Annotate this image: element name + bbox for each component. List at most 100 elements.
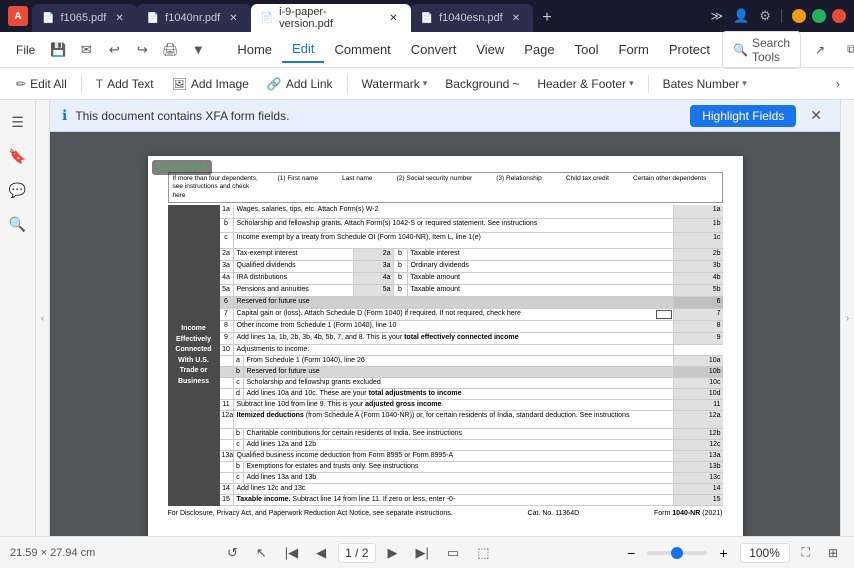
table-row: 6 Reserved for future use 6 <box>220 297 723 309</box>
watermark-button[interactable]: Watermark ▾ <box>354 74 436 94</box>
pdf-document: Connected If more than four dependents, … <box>148 156 743 536</box>
table-row: 9 Add lines 1a, 1b, 2b, 3b, 4b, 5b, 7, a… <box>220 333 723 345</box>
collapse-left-handle[interactable]: ‹ <box>36 100 50 536</box>
toolbar: ✏ Edit All T Add Text 🖼 Add Image 🔗 Add … <box>0 68 854 100</box>
title-bar-left: A <box>8 6 28 26</box>
redo-icon[interactable]: ↪ <box>129 37 155 63</box>
tab-f1040esn[interactable]: 📄 f1040esn.pdf ✕ <box>411 4 533 32</box>
fit-window-button[interactable]: ⛶ <box>796 542 816 563</box>
toolbar-sep3 <box>648 75 649 93</box>
header-footer-label: Header & Footer <box>537 77 626 91</box>
checkbox-7[interactable] <box>656 310 672 319</box>
minimize-button[interactable] <box>792 9 806 23</box>
dependents-cols: (1) First name Last name (2) Social secu… <box>267 175 718 182</box>
zoom-slider[interactable] <box>647 551 707 555</box>
menu-view[interactable]: View <box>466 37 514 62</box>
bates-number-button[interactable]: Bates Number ▾ <box>655 74 755 94</box>
new-tab-button[interactable]: + <box>533 4 561 32</box>
menu-comment[interactable]: Comment <box>324 37 400 62</box>
with-us-label: With U.S. <box>178 356 209 367</box>
single-page-view-button[interactable]: ▭ <box>441 542 465 564</box>
toolbar-sep2 <box>347 75 348 93</box>
fit-page-button[interactable]: ⊞ <box>822 543 844 563</box>
more-tabs-button[interactable]: ≫ <box>707 5 728 27</box>
tab-pdf-icon: 📄 <box>147 13 159 24</box>
table-row: 11 Subtract line 10d from line 9. This i… <box>220 400 723 411</box>
save-icon[interactable]: 💾 <box>45 37 71 63</box>
settings-icon[interactable]: ⚙ <box>759 8 771 24</box>
toolbar-more-button[interactable]: › <box>830 74 846 94</box>
menu-tool[interactable]: Tool <box>565 37 609 62</box>
sidebar-comments-icon[interactable]: 💬 <box>4 176 32 204</box>
first-page-button[interactable]: |◀ <box>279 542 304 564</box>
share-button[interactable]: ↗ <box>807 39 833 61</box>
right-collapse-handle[interactable]: › <box>840 100 854 536</box>
table-row: b Reserved for future use 10b <box>220 367 723 378</box>
tab-f1040nr[interactable]: 📄 f1040nr.pdf ✕ <box>137 4 251 32</box>
menu-protect[interactable]: Protect <box>659 37 720 62</box>
search-tools-button[interactable]: 🔍 Search Tools <box>722 31 801 69</box>
sidebar-bookmarks-icon[interactable]: 🔖 <box>4 142 32 170</box>
highlight-fields-button[interactable]: Highlight Fields <box>690 105 796 127</box>
edit-all-button[interactable]: ✏ Edit All <box>8 74 75 94</box>
bottom-bar: 21.59 × 27.94 cm ↺ ↖ |◀ ◀ 1 / 2 ▶ ▶| ▭ ⬚… <box>0 536 854 568</box>
income-sidebar: Income Effectively Connected With U.S. T… <box>168 205 220 506</box>
sidebar-search-icon[interactable]: 🔍 <box>4 210 32 238</box>
table-row: a From Schedule 1 (Form 1040), line 26 1… <box>220 356 723 367</box>
menu-page[interactable]: Page <box>514 37 564 62</box>
menu-form[interactable]: Form <box>609 37 659 62</box>
page-indicator[interactable]: 1 / 2 <box>338 543 375 563</box>
rotate-left-button[interactable]: ↺ <box>221 542 244 564</box>
background-button[interactable]: Background ~ <box>437 74 527 94</box>
menu-home[interactable]: Home <box>227 37 282 62</box>
email-icon[interactable]: ✉ <box>73 37 99 63</box>
continuous-view-button[interactable]: ⬚ <box>471 542 495 564</box>
tab-pdf-icon: 📄 <box>421 13 433 24</box>
add-text-label: Add Text <box>107 77 153 91</box>
add-link-button[interactable]: 🔗 Add Link <box>259 74 341 94</box>
zoom-in-button[interactable]: + <box>713 542 733 564</box>
xfa-close-button[interactable]: ✕ <box>804 105 828 126</box>
add-text-button[interactable]: T Add Text <box>88 74 162 94</box>
menu-icon-group: 💾 ✉ ↩ ↪ 🖨 ▼ <box>45 37 211 63</box>
next-page-button[interactable]: ▶ <box>382 542 404 564</box>
table-row: b Scholarship and fellowship grants. Att… <box>220 219 723 233</box>
profile-icon[interactable]: 👤 <box>733 8 749 24</box>
add-image-button[interactable]: 🖼 Add Image <box>164 74 257 94</box>
menu-convert[interactable]: Convert <box>401 37 467 62</box>
search-icon: 🔍 <box>733 43 748 57</box>
header-footer-button[interactable]: Header & Footer ▾ <box>529 74 641 94</box>
zoom-thumb[interactable] <box>671 547 683 559</box>
zoom-out-button[interactable]: − <box>621 542 641 564</box>
menu-edit[interactable]: Edit <box>282 36 324 63</box>
tab-f1065[interactable]: 📄 f1065.pdf ✕ <box>32 4 137 32</box>
menu-items: Home Edit Comment Convert View Page Tool… <box>227 36 720 63</box>
dropdown-icon[interactable]: ▼ <box>185 37 211 63</box>
xfa-notification-bar: ℹ This document contains XFA form fields… <box>50 100 840 132</box>
menu-bar: File 💾 ✉ ↩ ↪ 🖨 ▼ Home Edit Comment Conve… <box>0 32 854 68</box>
add-link-icon: 🔗 <box>267 77 282 91</box>
menu-file[interactable]: File <box>8 39 43 61</box>
tab-close[interactable]: ✕ <box>386 12 400 25</box>
tab-close[interactable]: ✕ <box>226 12 240 25</box>
prev-page-button[interactable]: ◀ <box>310 542 332 564</box>
print-icon[interactable]: 🖨 <box>157 37 183 63</box>
col-ssn: (2) Social security number <box>397 175 473 182</box>
zoom-level[interactable]: 100% <box>740 543 790 563</box>
tab-close[interactable]: ✕ <box>112 12 126 25</box>
last-page-button[interactable]: ▶| <box>410 542 435 564</box>
sidebar-pages-icon[interactable]: ☰ <box>4 108 32 136</box>
close-button[interactable] <box>832 9 846 23</box>
table-row: c Add lines 12a and 12b 12c <box>220 440 723 451</box>
window-button[interactable]: ⧉ <box>839 38 854 61</box>
tab-label: f1040nr.pdf <box>165 12 220 24</box>
maximize-button[interactable] <box>812 9 826 23</box>
undo-icon[interactable]: ↩ <box>101 37 127 63</box>
xfa-info-icon: ℹ <box>62 107 67 124</box>
tab-close[interactable]: ✕ <box>509 12 523 25</box>
tab-i9-paper[interactable]: 📄 i-9-paper-version.pdf ✕ <box>251 4 411 32</box>
table-row: 14 Add lines 12c and 13c 14 <box>220 484 723 495</box>
cursor-tool-button[interactable]: ↖ <box>250 542 273 564</box>
effectively-label: Effectively <box>176 335 211 346</box>
main-content[interactable]: ℹ This document contains XFA form fields… <box>50 100 840 536</box>
